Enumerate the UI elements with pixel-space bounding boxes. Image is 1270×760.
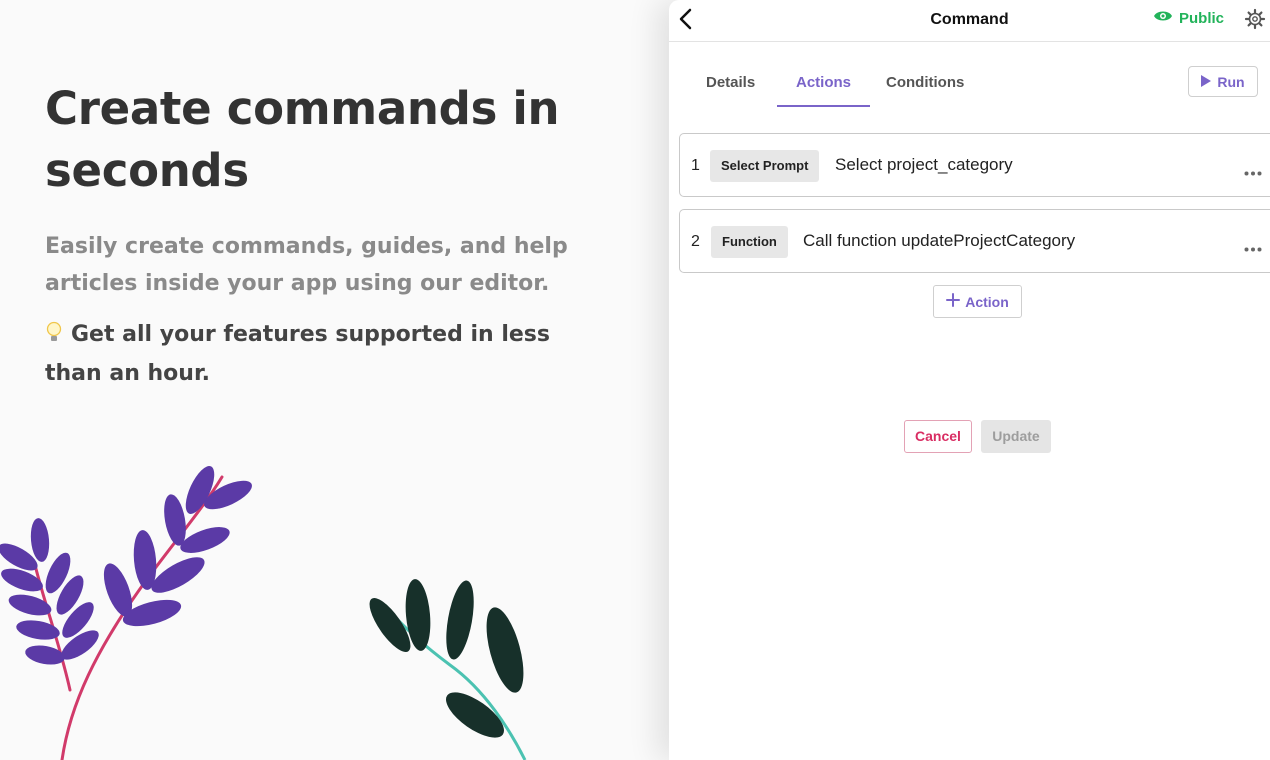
tab-actions[interactable]: Actions (796, 74, 851, 91)
hero-title-line-1: Create commands in (45, 82, 560, 135)
more-horizontal-icon[interactable] (1244, 163, 1262, 181)
hero-subtitle-line-1: Easily create commands, guides, and help (45, 234, 568, 259)
hero-subtitle: Easily create commands, guides, and help… (45, 228, 605, 302)
step-number: 1 (691, 157, 700, 174)
hero-tip-line-1: Get all your features supported in less (71, 322, 550, 347)
step-number: 2 (691, 233, 700, 250)
hero-section: Create commands in seconds Easily create… (45, 78, 605, 392)
lightbulb-icon (45, 318, 63, 355)
hero-tip-line-2: than an hour. (45, 361, 211, 386)
active-tab-indicator (777, 105, 870, 107)
add-action-button[interactable]: Action (933, 285, 1022, 318)
more-horizontal-icon[interactable] (1244, 239, 1262, 257)
step-description: Call function updateProjectCategory (803, 231, 1076, 250)
step-description: Select project_category (835, 155, 1013, 174)
plus-icon (946, 293, 961, 310)
cancel-button[interactable]: Cancel (904, 420, 972, 453)
step-type-badge: Function (711, 226, 788, 258)
visibility-toggle[interactable]: Public (1153, 9, 1224, 28)
command-editor-panel: Command Public Details Actions Condition… (669, 0, 1270, 760)
action-step[interactable]: 2 Function Call function updateProjectCa… (679, 209, 1270, 273)
hero-title: Create commands in seconds (45, 78, 605, 202)
add-action-label: Action (965, 293, 1009, 310)
update-button[interactable]: Update (981, 420, 1051, 453)
tab-details[interactable]: Details (706, 74, 755, 91)
hero-title-line-2: seconds (45, 144, 249, 197)
action-step[interactable]: 1 Select Prompt Select project_category (679, 133, 1270, 197)
play-icon (1201, 74, 1212, 90)
step-type-badge: Select Prompt (710, 150, 820, 182)
eye-icon (1153, 9, 1173, 28)
editor-header: Command Public (669, 0, 1270, 42)
purple-plant-illustration (0, 466, 252, 760)
hero-tip: Get all your features supported in less … (45, 316, 605, 392)
dark-plant-illustration (369, 579, 527, 760)
hero-subtitle-line-2: articles inside your app using our edito… (45, 271, 550, 296)
tab-conditions[interactable]: Conditions (886, 74, 964, 91)
run-button[interactable]: Run (1188, 66, 1258, 97)
visibility-label: Public (1179, 10, 1225, 27)
run-button-label: Run (1217, 73, 1245, 90)
gear-icon[interactable] (1244, 8, 1266, 35)
